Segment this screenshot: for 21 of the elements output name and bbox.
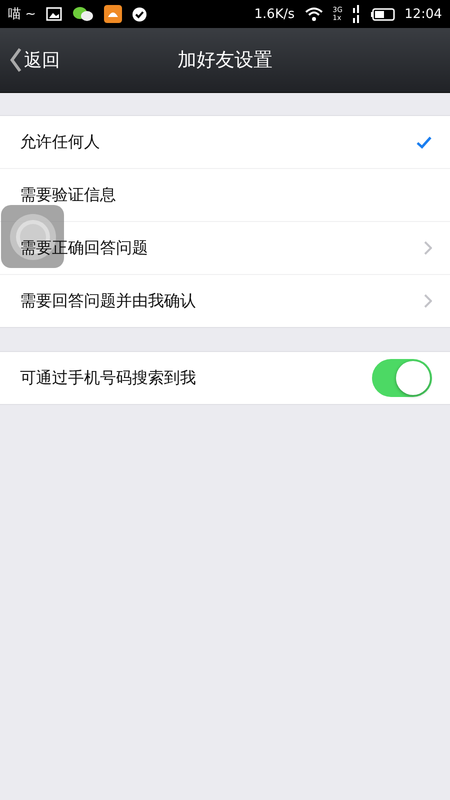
chat-bubbles-icon <box>72 6 94 22</box>
option-label: 需要验证信息 <box>20 184 117 206</box>
image-icon <box>46 7 62 21</box>
chevron-right-icon <box>424 294 432 308</box>
signal-icon <box>352 5 361 23</box>
clock-text: 12:04 <box>404 6 442 22</box>
wifi-icon <box>304 7 323 21</box>
option-row[interactable]: 允许任何人 <box>0 116 450 168</box>
page-title: 加好友设置 <box>178 49 272 71</box>
option-row[interactable]: 需要回答问题并由我确认 <box>0 274 450 327</box>
network-speed: 1.6K/s <box>254 6 295 22</box>
check-circle-icon <box>132 6 148 22</box>
battery-icon <box>370 8 395 20</box>
setting-label: 可通过手机号码搜索到我 <box>20 368 197 388</box>
option-label: 允许任何人 <box>20 132 101 152</box>
back-button[interactable]: 返回 <box>0 47 70 73</box>
option-label: 需要回答问题并由我确认 <box>20 290 197 312</box>
toggle-switch[interactable] <box>372 359 432 397</box>
carrier-text: 喵 ~ <box>8 6 36 23</box>
chevron-left-icon <box>10 47 22 73</box>
chevron-right-icon <box>424 241 432 255</box>
